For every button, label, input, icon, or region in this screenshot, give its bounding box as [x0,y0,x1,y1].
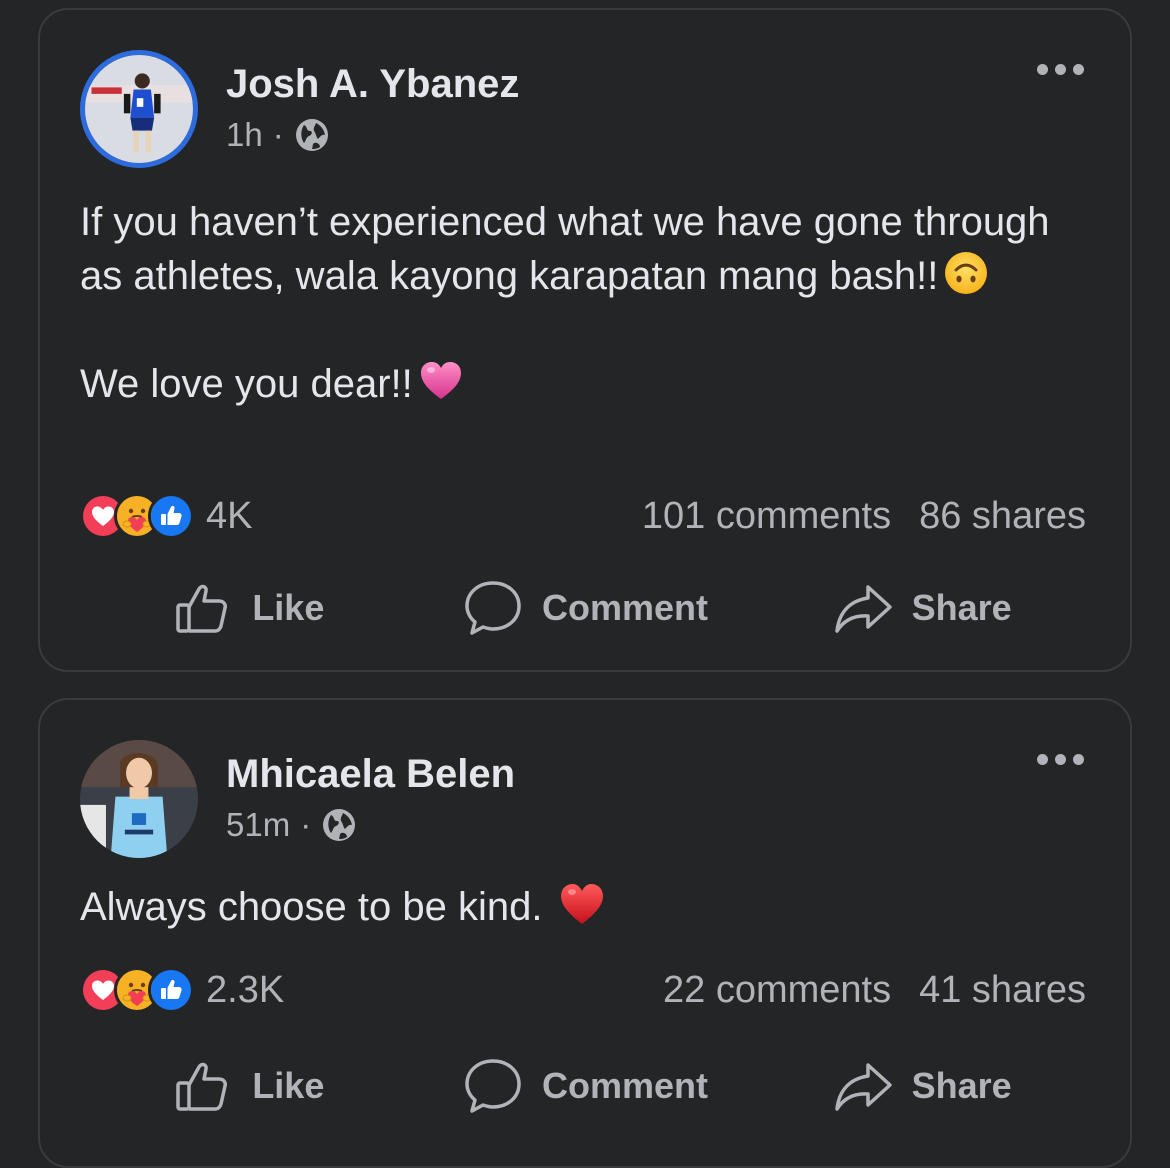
like-button[interactable]: Like [80,1055,417,1117]
dot-icon [1037,64,1048,75]
post-actions: Like Comment Share [80,568,1090,648]
post-text: Always choose to be kind. [80,880,1090,934]
reaction-count[interactable]: 4K [206,495,252,538]
author-avatar[interactable] [80,740,198,858]
post-card: Josh A. Ybanez 1h · If you haven’t exper… [38,8,1132,672]
post-time[interactable]: 1h [226,116,263,154]
like-label: Like [252,1065,325,1106]
post-actions: Like Comment Share [80,1046,1090,1126]
post-meta: 1h · [226,116,330,154]
meta-separator: · [272,116,284,153]
author-name[interactable]: Mhicaela Belen [226,752,515,797]
post-meta: 51m · [226,806,357,844]
dot-icon [1073,64,1084,75]
post-stats: 2.3K 22 comments 41 shares [80,962,1086,1018]
reaction-icons[interactable] [80,967,194,1013]
dot-icon [1055,754,1066,765]
author-avatar[interactable] [80,50,198,168]
comments-count-link[interactable]: 101 comments [642,495,891,538]
share-arrow-icon [834,585,892,633]
shares-count-link[interactable]: 86 shares [919,495,1086,538]
share-label: Share [911,1065,1012,1106]
post-text: If you haven’t experienced what we have … [80,195,1090,411]
like-reaction-icon [148,493,194,539]
dot-icon [1073,754,1084,765]
like-reaction-icon [148,967,194,1013]
like-button[interactable]: Like [80,577,417,639]
thumbs-up-icon [176,1062,228,1111]
comments-count-link[interactable]: 22 comments [663,969,891,1012]
reaction-icons[interactable] [80,493,194,539]
post-paragraph: If you haven’t experienced what we have … [80,195,1090,303]
meta-separator: · [300,806,312,843]
comment-label: Comment [542,1065,709,1106]
paragraph-text: If you haven’t experienced what we have … [80,200,1050,298]
avatar-photo [80,740,198,858]
avatar-photo [85,55,193,163]
upside-down-face-emoji [945,252,988,294]
dot-icon [1037,754,1048,765]
reaction-count[interactable]: 2.3K [206,969,284,1012]
more-options-button[interactable] [1037,754,1084,765]
pink-heart-emoji [420,362,461,399]
red-heart-emoji [560,884,603,924]
shares-count-link[interactable]: 41 shares [919,969,1086,1012]
paragraph-text: We love you dear!! [80,362,413,406]
author-name[interactable]: Josh A. Ybanez [226,62,519,107]
more-options-button[interactable] [1037,64,1084,75]
comment-button[interactable]: Comment [417,1055,754,1117]
post-time[interactable]: 51m [226,806,290,844]
post-paragraph: We love you dear!! [80,357,1090,411]
share-arrow-icon [834,1063,892,1111]
share-label: Share [911,587,1012,628]
dot-icon [1055,64,1066,75]
comment-label: Comment [542,587,709,628]
globe-icon[interactable] [321,807,357,843]
comment-bubble-icon [465,1059,521,1113]
share-button[interactable]: Share [753,1055,1090,1117]
share-button[interactable]: Share [753,577,1090,639]
comment-button[interactable]: Comment [417,577,754,639]
like-label: Like [252,587,325,628]
post-card: Mhicaela Belen 51m · Always choose to be… [38,698,1132,1168]
comment-bubble-icon [465,581,521,635]
globe-icon[interactable] [294,117,330,153]
post-paragraph: Always choose to be kind. [80,880,1090,934]
thumbs-up-icon [176,584,228,633]
post-stats: 4K 101 comments 86 shares [80,488,1086,544]
paragraph-text: Always choose to be kind. [80,885,543,929]
